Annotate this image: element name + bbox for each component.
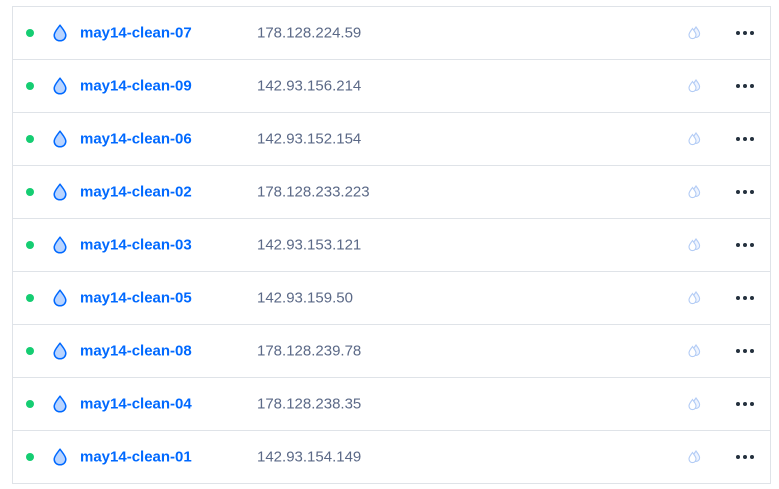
backup-droplet-icon[interactable] xyxy=(685,342,703,360)
more-dot xyxy=(743,455,747,459)
droplet-row: may14-clean-05 142.93.159.50 xyxy=(13,272,770,325)
status-dot-icon xyxy=(26,453,34,461)
droplet-row: may14-clean-02 178.128.233.223 xyxy=(13,166,770,219)
droplet-ip-address: 142.93.153.121 xyxy=(257,236,362,254)
more-dot xyxy=(736,190,740,194)
more-options-button[interactable] xyxy=(731,235,759,255)
more-dot xyxy=(743,243,747,247)
droplet-name-link[interactable]: may14-clean-03 xyxy=(80,237,192,254)
droplet-name-link[interactable]: may14-clean-08 xyxy=(80,343,192,360)
status-dot-icon xyxy=(26,241,34,249)
more-dot xyxy=(743,296,747,300)
droplet-ip-address: 178.128.233.223 xyxy=(257,183,370,201)
droplet-name-link[interactable]: may14-clean-01 xyxy=(80,449,192,466)
more-options-button[interactable] xyxy=(731,76,759,96)
backup-droplet-icon[interactable] xyxy=(685,236,703,254)
droplet-row: may14-clean-03 142.93.153.121 xyxy=(13,219,770,272)
backup-droplet-icon[interactable] xyxy=(685,24,703,42)
more-options-button[interactable] xyxy=(731,182,759,202)
more-options-button[interactable] xyxy=(731,288,759,308)
more-options-button[interactable] xyxy=(731,394,759,414)
backup-droplet-icon[interactable] xyxy=(685,448,703,466)
more-dot xyxy=(736,31,740,35)
droplet-ip-address: 142.93.156.214 xyxy=(257,77,362,95)
more-dot xyxy=(750,296,754,300)
more-options-button[interactable] xyxy=(731,23,759,43)
more-dot xyxy=(736,349,740,353)
more-dot xyxy=(750,137,754,141)
droplet-ip-address: 142.93.152.154 xyxy=(257,130,362,148)
more-dot xyxy=(736,455,740,459)
backup-droplet-icon[interactable] xyxy=(685,130,703,148)
backup-droplet-icon[interactable] xyxy=(685,77,703,95)
droplet-row: may14-clean-06 142.93.152.154 xyxy=(13,113,770,166)
droplet-icon xyxy=(52,24,68,42)
more-options-button[interactable] xyxy=(731,129,759,149)
droplet-ip-address: 178.128.239.78 xyxy=(257,342,362,360)
backup-droplet-icon[interactable] xyxy=(685,395,703,413)
droplet-icon xyxy=(52,183,68,201)
droplet-name-link[interactable]: may14-clean-04 xyxy=(80,396,192,413)
droplet-ip-address: 142.93.159.50 xyxy=(257,289,353,307)
droplet-row: may14-clean-09 142.93.156.214 xyxy=(13,60,770,113)
droplet-row: may14-clean-04 178.128.238.35 xyxy=(13,378,770,431)
more-dot xyxy=(736,296,740,300)
droplet-icon xyxy=(52,289,68,307)
status-dot-icon xyxy=(26,294,34,302)
more-dot xyxy=(743,137,747,141)
more-dot xyxy=(736,84,740,88)
droplet-name-link[interactable]: may14-clean-07 xyxy=(80,25,192,42)
more-dot xyxy=(736,137,740,141)
status-dot-icon xyxy=(26,347,34,355)
droplet-row: may14-clean-01 142.93.154.149 xyxy=(13,431,770,484)
more-dot xyxy=(736,402,740,406)
status-dot-icon xyxy=(26,135,34,143)
status-dot-icon xyxy=(26,400,34,408)
more-dot xyxy=(743,190,747,194)
backup-droplet-icon[interactable] xyxy=(685,183,703,201)
droplet-name-link[interactable]: may14-clean-06 xyxy=(80,131,192,148)
more-dot xyxy=(750,243,754,247)
droplet-list: may14-clean-07 178.128.224.59 may14-clea… xyxy=(12,6,771,484)
droplet-icon xyxy=(52,342,68,360)
more-options-button[interactable] xyxy=(731,447,759,467)
droplet-ip-address: 142.93.154.149 xyxy=(257,448,362,466)
more-dot xyxy=(743,84,747,88)
droplet-ip-address: 178.128.224.59 xyxy=(257,24,362,42)
droplet-name-link[interactable]: may14-clean-02 xyxy=(80,184,192,201)
more-dot xyxy=(750,455,754,459)
droplet-row: may14-clean-08 178.128.239.78 xyxy=(13,325,770,378)
status-dot-icon xyxy=(26,188,34,196)
more-dot xyxy=(743,349,747,353)
droplet-icon xyxy=(52,236,68,254)
more-dot xyxy=(743,31,747,35)
droplet-name-link[interactable]: may14-clean-09 xyxy=(80,78,192,95)
more-dot xyxy=(750,402,754,406)
more-options-button[interactable] xyxy=(731,341,759,361)
more-dot xyxy=(743,402,747,406)
more-dot xyxy=(750,84,754,88)
status-dot-icon xyxy=(26,82,34,90)
droplet-icon xyxy=(52,130,68,148)
more-dot xyxy=(750,349,754,353)
backup-droplet-icon[interactable] xyxy=(685,289,703,307)
droplet-row: may14-clean-07 178.128.224.59 xyxy=(13,7,770,60)
droplet-name-link[interactable]: may14-clean-05 xyxy=(80,290,192,307)
status-dot-icon xyxy=(26,29,34,37)
more-dot xyxy=(750,31,754,35)
droplet-icon xyxy=(52,395,68,413)
more-dot xyxy=(736,243,740,247)
droplet-icon xyxy=(52,448,68,466)
more-dot xyxy=(750,190,754,194)
droplet-ip-address: 178.128.238.35 xyxy=(257,395,362,413)
droplet-icon xyxy=(52,77,68,95)
